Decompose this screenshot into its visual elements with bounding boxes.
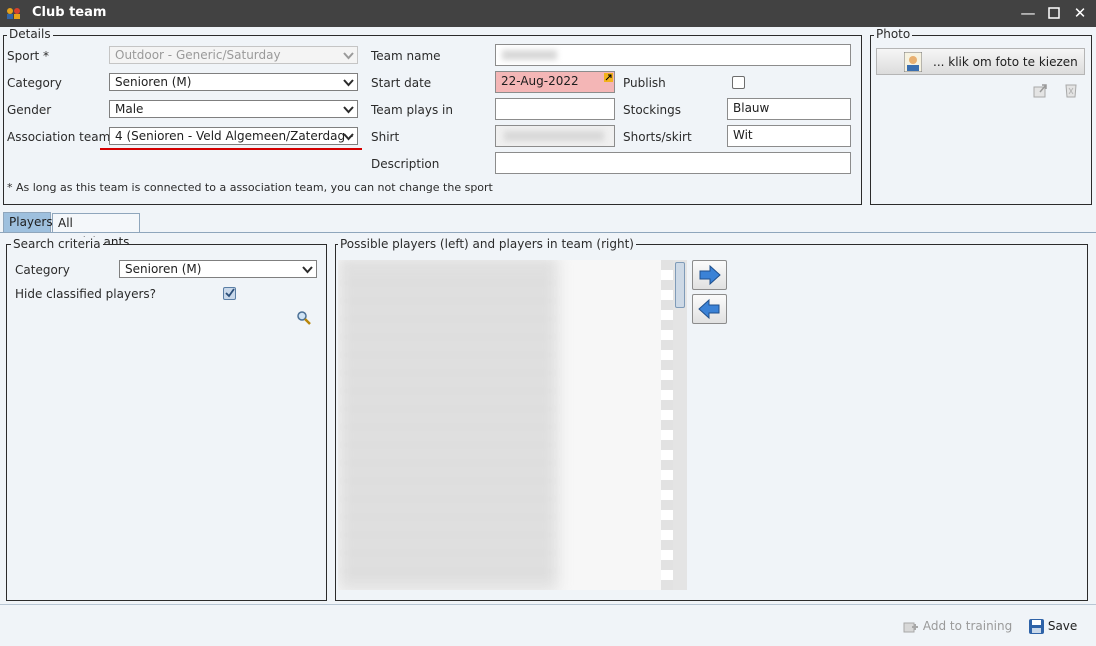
- move-left-button[interactable]: [692, 294, 727, 324]
- sport-lock-note: * As long as this team is connected to a…: [7, 181, 493, 194]
- close-icon[interactable]: ✕: [1068, 2, 1092, 24]
- row-stripes: [661, 260, 673, 590]
- gender-select[interactable]: Male: [109, 100, 358, 118]
- team-plays-in-label: Team plays in: [371, 103, 453, 117]
- choose-photo-label: ... klik om foto te kiezen: [933, 55, 1078, 69]
- description-label: Description: [371, 157, 440, 171]
- players-legend: Possible players (left) and players in t…: [338, 237, 636, 251]
- gender-label: Gender: [7, 103, 52, 117]
- search-category-select[interactable]: Senioren (M): [119, 260, 317, 278]
- save-label: Save: [1047, 619, 1078, 633]
- search-category-label: Category: [15, 263, 70, 277]
- app-logo-icon: [6, 6, 22, 20]
- start-date-label: Start date: [371, 76, 432, 90]
- save-disk-icon: [1029, 619, 1044, 634]
- add-to-training-label: Add to training: [922, 619, 1013, 633]
- category-select[interactable]: Senioren (M): [109, 73, 358, 91]
- publish-label: Publish: [623, 76, 666, 90]
- start-date-value: 22-Aug-2022: [501, 74, 579, 88]
- team-plays-in-input[interactable]: [495, 98, 615, 120]
- chevron-down-icon: [343, 106, 354, 114]
- search-category-value: Senioren (M): [125, 262, 202, 276]
- person-photo-icon: [904, 52, 922, 72]
- gender-select-value: Male: [115, 102, 144, 116]
- add-to-training-button[interactable]: Add to training: [903, 619, 1012, 634]
- association-team-select-value: 4 (Senioren - Veld Algemeen/Zaterdag - .…: [115, 129, 358, 143]
- search-criteria-legend: Search criteria: [11, 237, 103, 251]
- add-to-training-icon: [903, 622, 918, 632]
- description-input[interactable]: [495, 152, 851, 174]
- start-date-input[interactable]: 22-Aug-2022: [495, 71, 615, 93]
- redacted-player-names: [338, 260, 558, 590]
- export-photo-icon[interactable]: [1032, 82, 1048, 98]
- arrow-right-icon: [699, 264, 721, 286]
- choose-photo-button[interactable]: ... klik om foto te kiezen: [876, 48, 1085, 75]
- validation-underline: [100, 148, 362, 150]
- publish-checkbox[interactable]: [732, 76, 745, 89]
- hide-classified-label: Hide classified players?: [15, 287, 157, 301]
- sport-select[interactable]: Outdoor - Generic/Saturday: [109, 46, 358, 64]
- chevron-down-icon: [343, 133, 354, 141]
- move-right-button[interactable]: [692, 260, 727, 290]
- delete-photo-icon[interactable]: [1063, 82, 1079, 98]
- shirt-label: Shirt: [371, 130, 400, 144]
- chevron-down-icon: [302, 266, 313, 274]
- possible-players-list[interactable]: [338, 260, 673, 590]
- shorts-skirt-value: Wit: [733, 128, 753, 142]
- tab-players[interactable]: Players: [3, 212, 53, 232]
- association-team-label: Association team: [7, 130, 111, 144]
- scrollbar-thumb[interactable]: [675, 262, 685, 308]
- stockings-input[interactable]: Blauw: [727, 98, 851, 120]
- tab-all-participants[interactable]: All participants: [52, 213, 140, 249]
- redacted-text: [504, 131, 604, 141]
- search-icon[interactable]: [296, 310, 312, 326]
- arrow-left-icon: [698, 298, 720, 320]
- scrollbar-track[interactable]: [673, 260, 687, 590]
- window-title: Club team: [32, 5, 107, 20]
- redacted-text: [502, 50, 557, 60]
- shorts-skirt-label: Shorts/skirt: [623, 130, 692, 144]
- save-button[interactable]: Save: [1029, 619, 1077, 634]
- association-team-select[interactable]: 4 (Senioren - Veld Algemeen/Zaterdag - .…: [109, 127, 358, 145]
- details-legend: Details: [7, 27, 53, 41]
- title-bar: [0, 0, 1096, 27]
- tab-strip-divider: [0, 232, 1096, 233]
- photo-legend: Photo: [874, 27, 913, 41]
- category-select-value: Senioren (M): [115, 75, 192, 89]
- stockings-label: Stockings: [623, 103, 682, 117]
- checkmark-icon: [225, 288, 235, 298]
- team-name-input[interactable]: [495, 44, 851, 66]
- chevron-down-icon: [343, 79, 354, 87]
- chevron-down-icon: [343, 52, 354, 60]
- shirt-input[interactable]: [495, 125, 615, 147]
- calendar-popup-icon[interactable]: [604, 73, 613, 82]
- sport-label: Sport *: [7, 49, 50, 63]
- footer-divider: [0, 604, 1096, 605]
- sport-select-value: Outdoor - Generic/Saturday: [115, 48, 281, 62]
- team-name-label: Team name: [371, 49, 441, 63]
- category-label: Category: [7, 76, 62, 90]
- stockings-value: Blauw: [733, 101, 770, 115]
- minimize-icon[interactable]: —: [1016, 2, 1040, 24]
- shorts-skirt-input[interactable]: Wit: [727, 125, 851, 147]
- maximize-icon[interactable]: [1042, 2, 1066, 24]
- hide-classified-checkbox[interactable]: [223, 287, 236, 300]
